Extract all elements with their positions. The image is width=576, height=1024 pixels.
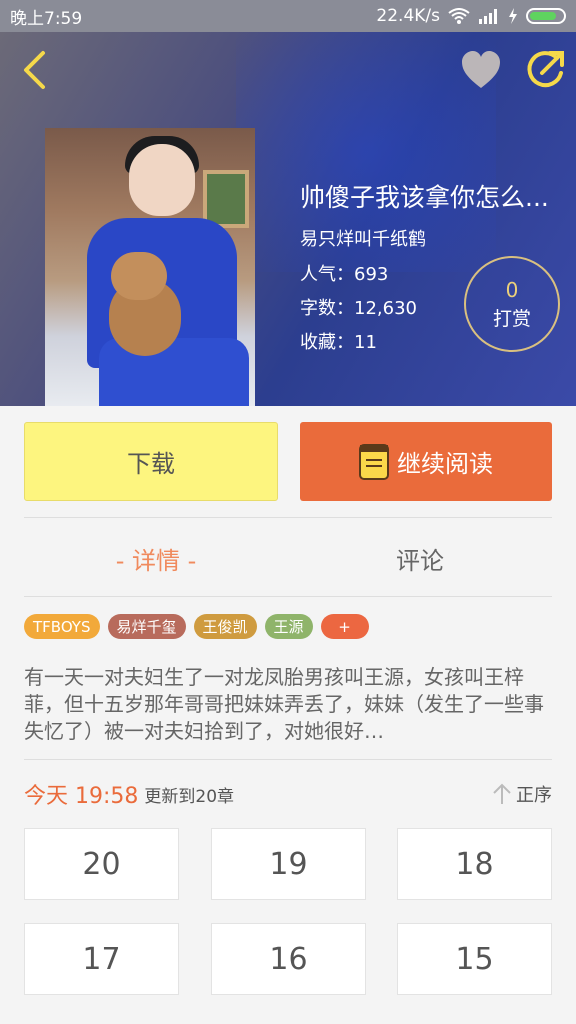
tip-label: 打赏 [492, 307, 531, 330]
continue-reading-label: 继续阅读 [397, 450, 493, 478]
charging-icon [509, 8, 517, 24]
book-icon [359, 443, 389, 480]
tag-wangjunkai[interactable]: 王俊凯 [193, 614, 257, 639]
book-header: 帅傻子我该拿你怎么... 易只烊叫千纸鹤 人气：693 字数：12,630 收藏… [0, 32, 576, 406]
sort-arrow-icon [493, 783, 511, 804]
book-author[interactable]: 易只烊叫千纸鹤 [300, 225, 426, 251]
heart-icon [462, 51, 500, 88]
word-count-stat: 字数：12,630 [300, 298, 417, 319]
sort-button[interactable]: 正序 [492, 781, 552, 807]
tag-tfboys[interactable]: TFBOYS [24, 614, 100, 639]
tab-detail[interactable]: - 详情 - [24, 538, 288, 578]
update-info: 今天 19:58 更新到20章 正序 [24, 778, 552, 810]
book-synopsis[interactable]: 有一天一对夫妇生了一对龙凤胎男孩叫王源，女孩叫王梓菲，但十五岁那年哥哥把妹妹弄丢… [24, 664, 552, 745]
tag-list: TFBOYS 易烊千玺 王俊凯 王源 + [24, 614, 369, 639]
network-speed: 22.4K/s [376, 6, 440, 26]
divider [24, 517, 552, 518]
favorite-button[interactable] [460, 50, 502, 90]
tip-count: 0 [505, 277, 519, 302]
chapter-item[interactable]: 18 [397, 828, 552, 900]
chapter-item[interactable]: 19 [211, 828, 366, 900]
status-bar: 晚上7:59 22.4K/s [0, 0, 576, 32]
chapter-item[interactable]: 17 [24, 923, 179, 995]
chapter-item[interactable]: 20 [24, 828, 179, 900]
download-label: 下载 [127, 450, 175, 478]
book-title: 帅傻子我该拿你怎么... [300, 183, 549, 212]
signal-icon [479, 9, 497, 24]
download-button[interactable]: 下载 [24, 422, 278, 501]
chapter-item[interactable]: 16 [211, 923, 366, 995]
status-indicators: 22.4K/s [376, 6, 566, 26]
wifi-icon [448, 8, 470, 24]
continue-reading-button[interactable]: 继续阅读 [300, 422, 552, 501]
book-cover-image [45, 128, 255, 406]
divider [24, 596, 552, 597]
share-button[interactable] [524, 48, 566, 90]
tip-button[interactable]: 0 打赏 [464, 256, 560, 352]
chapter-item[interactable]: 15 [397, 923, 552, 995]
update-text: 更新到20章 [144, 786, 235, 807]
popularity-stat: 人气：693 [300, 264, 389, 285]
tag-yiyangqianxi[interactable]: 易烊千玺 [107, 614, 186, 639]
back-icon [24, 51, 45, 89]
status-time: 晚上7:59 [10, 8, 83, 29]
add-tag-button[interactable]: + [320, 614, 369, 639]
back-button[interactable] [14, 50, 54, 90]
tag-wangyuan[interactable]: 王源 [264, 614, 313, 639]
update-time: 今天 19:58 [24, 784, 139, 809]
sort-label: 正序 [516, 785, 552, 806]
battery-icon [526, 8, 566, 24]
favorites-stat: 收藏：11 [300, 332, 377, 353]
tab-comments[interactable]: 评论 [288, 538, 552, 578]
share-icon [527, 51, 564, 88]
divider [24, 759, 552, 760]
